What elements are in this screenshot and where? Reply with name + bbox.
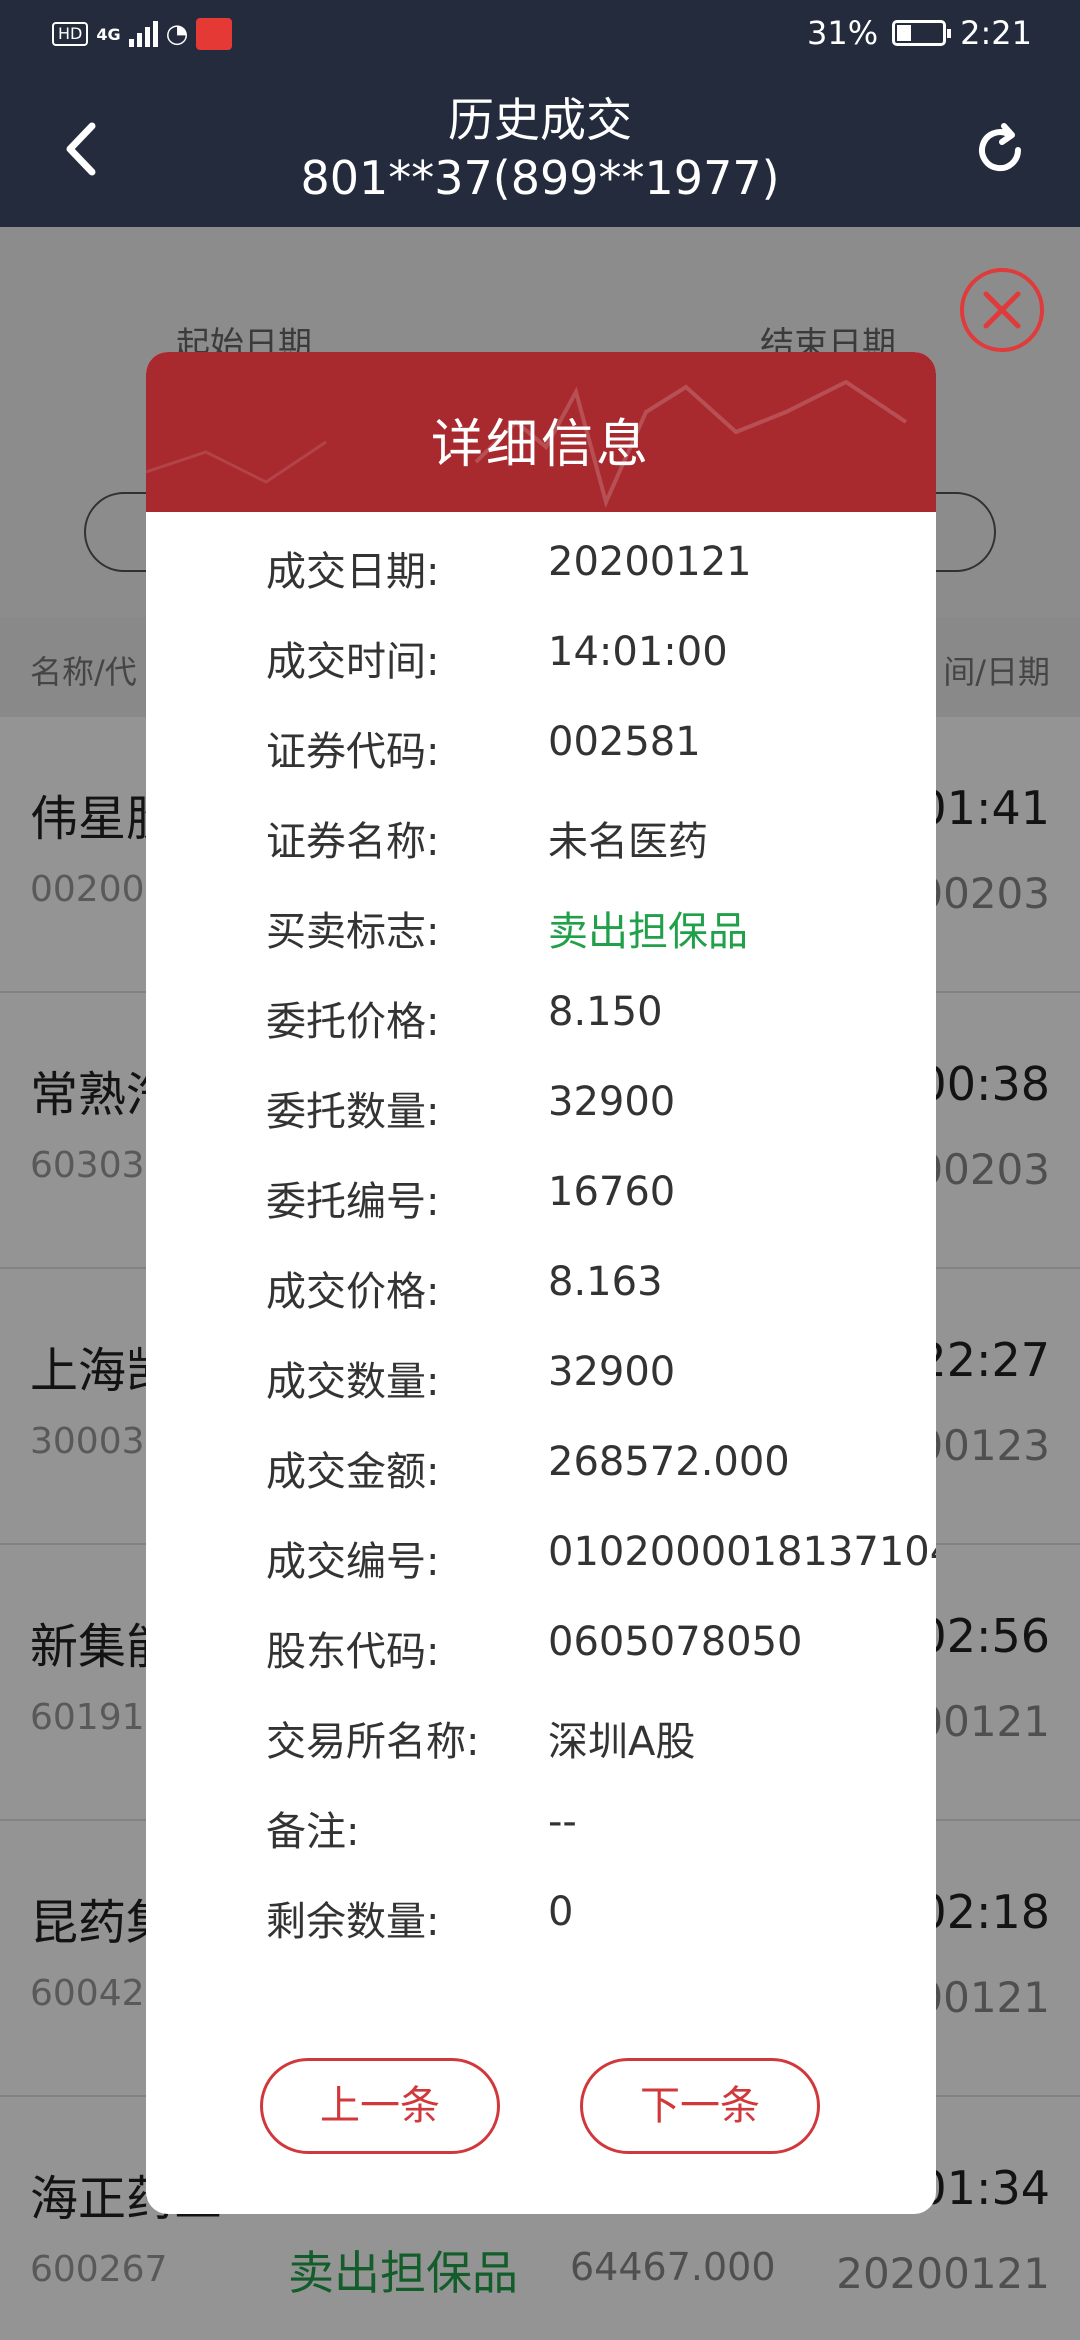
- detail-value: 14:01:00: [548, 629, 728, 675]
- next-button[interactable]: 下一条: [580, 2058, 820, 2154]
- detail-value: 8.150: [548, 989, 663, 1035]
- close-button[interactable]: [960, 268, 1044, 352]
- detail-row-remaining-quantity: 剩余数量: 0: [266, 1889, 936, 1979]
- detail-row-remarks: 备注: --: [266, 1799, 936, 1889]
- detail-row-trade-quantity: 成交数量: 32900: [266, 1349, 936, 1439]
- modal-title: 详细信息: [430, 415, 651, 475]
- detail-label: 成交日期:: [266, 549, 440, 595]
- detail-label: 委托数量:: [266, 1089, 440, 1135]
- detail-value: 16760: [548, 1169, 676, 1215]
- detail-value: 8.163: [548, 1259, 663, 1305]
- modal-header: 详细信息: [146, 352, 936, 512]
- page-title: 历史成交: [448, 93, 632, 147]
- detail-row-buy-sell-flag: 买卖标志: 卖出担保品: [266, 899, 936, 989]
- detail-label: 成交金额:: [266, 1449, 440, 1495]
- detail-label: 成交数量:: [266, 1359, 440, 1405]
- refresh-icon: [979, 123, 1022, 172]
- detail-value: 32900: [548, 1079, 676, 1125]
- detail-value: 卖出担保品: [548, 909, 748, 955]
- app-header: 历史成交 801**37(899**1977): [0, 72, 1080, 227]
- close-icon: [983, 291, 1021, 329]
- detail-label: 备注:: [266, 1809, 360, 1855]
- battery-percent: 31%: [807, 14, 879, 52]
- detail-label: 证券代码:: [266, 729, 440, 775]
- detail-value: --: [548, 1799, 577, 1845]
- detail-label: 剩余数量:: [266, 1899, 440, 1945]
- detail-value: 268572.000: [548, 1439, 790, 1485]
- detail-value: 32900: [548, 1349, 676, 1395]
- detail-modal: 详细信息 成交日期: 20200121 成交时间: 14:01:00 证券代码:…: [146, 352, 936, 2214]
- detail-value: 未名医药: [548, 819, 708, 865]
- refresh-button[interactable]: [968, 118, 1032, 182]
- detail-value: 0605078050: [548, 1619, 803, 1665]
- app-notification-icon: [196, 18, 233, 50]
- detail-value: 002581: [548, 719, 701, 765]
- detail-row-order-number: 委托编号: 16760: [266, 1169, 936, 1259]
- detail-label: 成交时间:: [266, 639, 440, 685]
- detail-row-trade-date: 成交日期: 20200121: [266, 539, 936, 629]
- detail-row-trade-amount: 成交金额: 268572.000: [266, 1439, 936, 1529]
- detail-row-trade-number: 成交编号: 0102000018137104: [266, 1529, 936, 1619]
- detail-row-order-price: 委托价格: 8.150: [266, 989, 936, 1079]
- account-subtitle: 801**37(899**1977): [300, 151, 780, 205]
- detail-value: 20200121: [548, 539, 752, 585]
- status-bar: HD 4G ◔ 31% 2:21: [0, 0, 1080, 72]
- detail-row-trade-price: 成交价格: 8.163: [266, 1259, 936, 1349]
- status-right: 31% 2:21: [807, 14, 1032, 52]
- signal-icon: [128, 21, 158, 47]
- detail-value: 0102000018137104: [548, 1529, 936, 1575]
- detail-value: 深圳A股: [548, 1719, 696, 1765]
- detail-label: 委托价格:: [266, 999, 440, 1045]
- detail-label: 成交价格:: [266, 1269, 440, 1315]
- detail-row-trade-time: 成交时间: 14:01:00: [266, 629, 936, 719]
- detail-row-security-name: 证券名称: 未名医药: [266, 809, 936, 899]
- detail-row-order-quantity: 委托数量: 32900: [266, 1079, 936, 1169]
- network-type: 4G: [96, 24, 121, 44]
- detail-label: 买卖标志:: [266, 909, 440, 955]
- detail-row-exchange-name: 交易所名称: 深圳A股: [266, 1709, 936, 1799]
- clock: 2:21: [960, 14, 1032, 52]
- detail-row-shareholder-code: 股东代码: 0605078050: [266, 1619, 936, 1709]
- detail-label: 委托编号:: [266, 1179, 440, 1225]
- detail-label: 股东代码:: [266, 1629, 440, 1675]
- hd-icon: HD: [52, 22, 89, 46]
- detail-value: 0: [548, 1889, 574, 1935]
- detail-row-security-code: 证券代码: 002581: [266, 719, 936, 809]
- detail-label: 证券名称:: [266, 819, 440, 865]
- battery-icon: [892, 20, 952, 46]
- detail-label: 成交编号:: [266, 1539, 440, 1585]
- previous-button[interactable]: 上一条: [260, 2058, 500, 2154]
- wifi-icon: ◔: [165, 19, 189, 49]
- status-left: HD 4G ◔: [52, 18, 233, 50]
- detail-label: 交易所名称:: [266, 1719, 480, 1765]
